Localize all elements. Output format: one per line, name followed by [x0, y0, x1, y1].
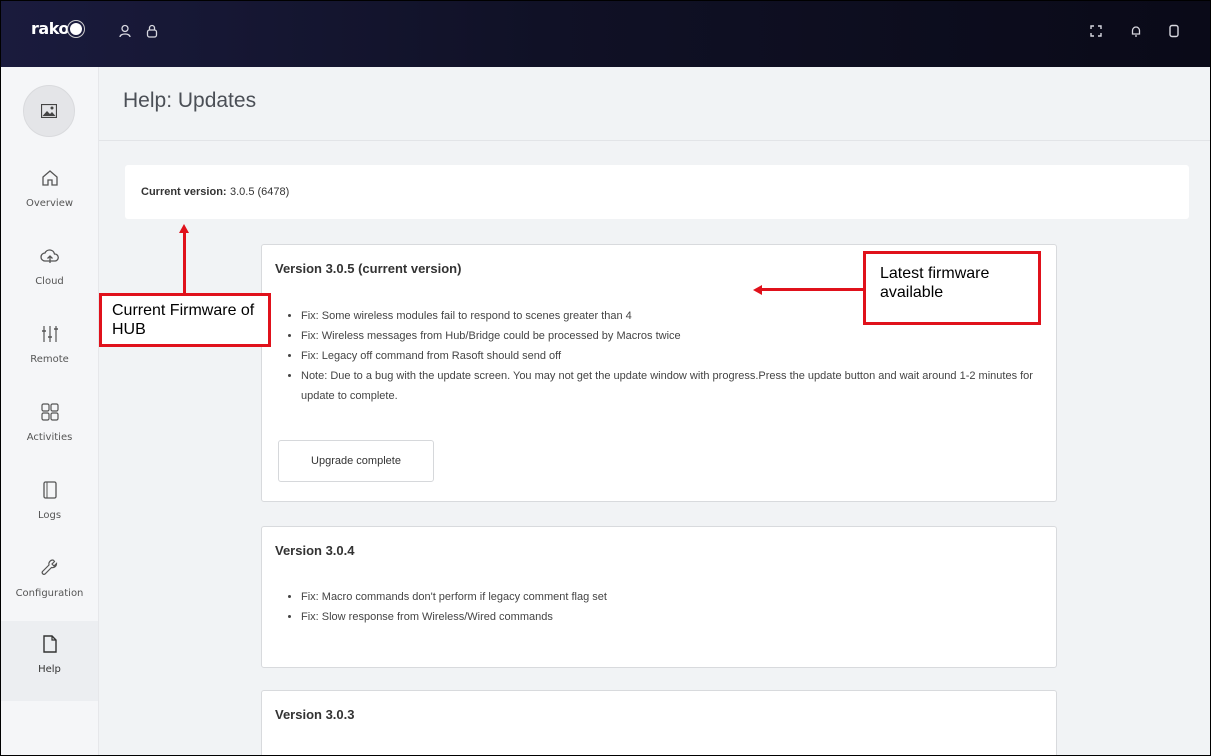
top-bar: rako: [1, 1, 1210, 67]
release-title: Version 3.0.4: [275, 543, 355, 558]
lock-icon[interactable]: [145, 24, 159, 38]
sidebar-item-activities[interactable]: Activities: [1, 389, 98, 465]
user-icon[interactable]: [118, 24, 132, 38]
sidebar: Overview Cloud Remote Activities Logs Co…: [1, 67, 99, 755]
cloud-icon: [39, 249, 59, 263]
sidebar-item-configuration[interactable]: Configuration: [1, 545, 98, 621]
sidebar-item-logs[interactable]: Logs: [1, 467, 98, 543]
release-card: Version 3.0.4 Fix: Macro commands don't …: [261, 526, 1057, 668]
sidebar-item-label: Activities: [26, 432, 73, 443]
release-note: Fix: Slow response from Wireless/Wired c…: [301, 607, 1061, 627]
sidebar-item-help[interactable]: Help: [1, 621, 98, 701]
image-icon: [41, 104, 57, 118]
bell-icon[interactable]: [1129, 24, 1143, 38]
logo-mark: [69, 23, 82, 35]
current-firmware-annotation: Current Firmware of HUB: [99, 293, 271, 347]
sidebar-item-remote[interactable]: Remote: [1, 311, 98, 387]
annotation-arrow: [761, 288, 865, 291]
fullscreen-icon[interactable]: [1089, 24, 1103, 38]
app-window: rako Overview Cloud Remote Activities Lo…: [0, 0, 1211, 756]
sidebar-item-label: Cloud: [35, 276, 64, 287]
page-title: Help: Updates: [123, 89, 257, 112]
current-version-panel: Current version: 3.0.5 (6478): [125, 165, 1189, 219]
annotation-arrowhead: [179, 224, 189, 233]
upgrade-complete-button[interactable]: Upgrade complete: [278, 440, 434, 482]
wrench-icon: [41, 559, 57, 575]
release-note: Note: Due to a bug with the update scree…: [301, 366, 1061, 406]
annotation-arrowhead: [753, 285, 762, 295]
current-version-label: Current version:: [141, 186, 227, 198]
sidebar-item-label: Overview: [25, 198, 74, 209]
release-title: Version 3.0.5 (current version): [275, 261, 462, 276]
rako-logo[interactable]: rako: [31, 19, 82, 38]
sidebar-item-label: Remote: [30, 354, 69, 365]
panel-icon[interactable]: [1167, 24, 1181, 38]
logs-icon: [42, 481, 57, 499]
main-content: Current version: 3.0.5 (6478) Version 3.…: [99, 141, 1210, 755]
release-notes: Fix: Macro commands don't perform if leg…: [275, 587, 1061, 627]
release-card: Version 3.0.3: [261, 690, 1057, 755]
logo-text: rako: [31, 19, 69, 38]
current-version-value: 3.0.5 (6478): [230, 186, 290, 198]
avatar[interactable]: [23, 85, 75, 137]
annotation-arrow: [183, 231, 186, 295]
page-header: Help: Updates: [99, 67, 1210, 141]
release-title: Version 3.0.3: [275, 707, 355, 722]
annotation-text: Current Firmware of HUB: [112, 302, 255, 338]
release-note: Fix: Legacy off command from Rasoft shou…: [301, 346, 1061, 366]
sliders-icon: [41, 326, 58, 342]
release-note: Fix: Macro commands don't perform if leg…: [301, 587, 1061, 607]
release-note: Fix: Wireless messages from Hub/Bridge c…: [301, 326, 1061, 346]
sidebar-item-cloud[interactable]: Cloud: [1, 233, 98, 309]
sidebar-item-label: Logs: [37, 510, 62, 521]
grid-icon: [40, 403, 59, 421]
help-doc-icon: [42, 635, 57, 653]
home-icon: [41, 170, 58, 186]
sidebar-item-overview[interactable]: Overview: [1, 155, 98, 231]
annotation-text: Latest firmware available: [880, 265, 990, 301]
latest-firmware-annotation: Latest firmware available: [863, 251, 1041, 325]
sidebar-item-label: Configuration: [15, 588, 84, 599]
sidebar-item-label: Help: [38, 664, 61, 675]
